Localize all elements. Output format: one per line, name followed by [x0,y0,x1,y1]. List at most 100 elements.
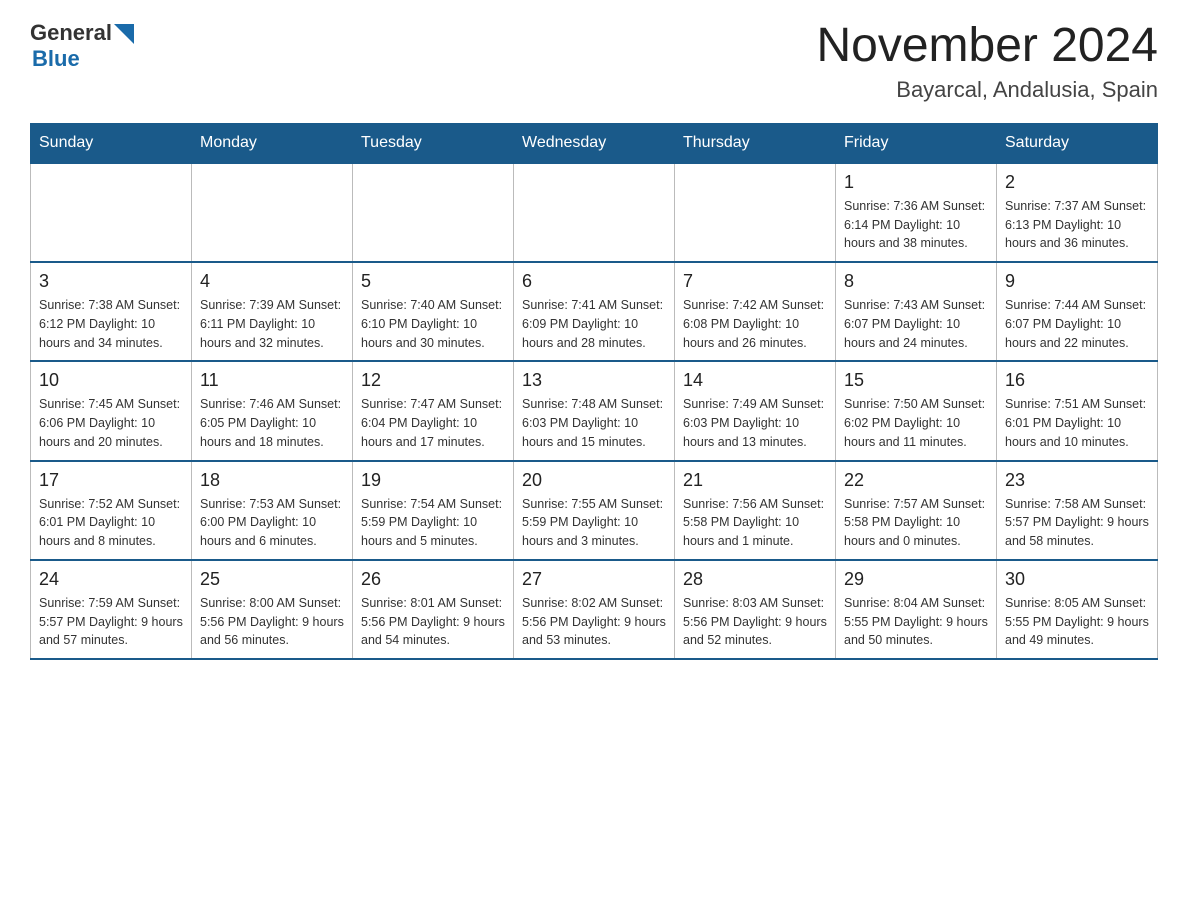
title-section: November 2024 Bayarcal, Andalusia, Spain [816,20,1158,103]
day-number: 6 [522,271,666,292]
calendar-cell: 7Sunrise: 7:42 AM Sunset: 6:08 PM Daylig… [675,262,836,361]
calendar-cell [514,163,675,262]
day-info: Sunrise: 8:03 AM Sunset: 5:56 PM Dayligh… [683,594,827,650]
calendar-header-thursday: Thursday [675,123,836,163]
day-info: Sunrise: 7:36 AM Sunset: 6:14 PM Dayligh… [844,197,988,253]
day-info: Sunrise: 7:49 AM Sunset: 6:03 PM Dayligh… [683,395,827,451]
day-info: Sunrise: 8:00 AM Sunset: 5:56 PM Dayligh… [200,594,344,650]
calendar-header-wednesday: Wednesday [514,123,675,163]
day-number: 26 [361,569,505,590]
day-info: Sunrise: 7:47 AM Sunset: 6:04 PM Dayligh… [361,395,505,451]
calendar-week-row: 10 Sunrise: 7:45 AM Sunset: 6:06 PM Dayli… [31,361,1158,460]
day-number: 25 [200,569,344,590]
calendar-cell: 4 Sunrise: 7:39 AM Sunset: 6:11 PM Daylig… [192,262,353,361]
calendar-header-sunday: Sunday [31,123,192,163]
day-number: 23 [1005,470,1149,491]
day-info: Sunrise: 7:58 AM Sunset: 5:57 PM Dayligh… [1005,495,1149,551]
day-number: 1 [844,172,988,193]
day-number: 12 [361,370,505,391]
day-number: 10 [39,370,183,391]
day-info: Sunrise: 7:57 AM Sunset: 5:58 PM Dayligh… [844,495,988,551]
calendar-cell: 19 Sunrise: 7:54 AM Sunset: 5:59 PM Dayli… [353,461,514,560]
day-number: 16 [1005,370,1149,391]
day-info: Sunrise: 7:51 AM Sunset: 6:01 PM Dayligh… [1005,395,1149,451]
day-info: Sunrise: 7:53 AM Sunset: 6:00 PM Dayligh… [200,495,344,551]
calendar-header-saturday: Saturday [997,123,1158,163]
day-number: 9 [1005,271,1149,292]
logo-general-text: General [30,20,112,46]
logo-triangle-icon [114,24,134,44]
calendar-cell: 17Sunrise: 7:52 AM Sunset: 6:01 PM Dayli… [31,461,192,560]
day-info: Sunrise: 7:56 AM Sunset: 5:58 PM Dayligh… [683,495,827,551]
day-number: 11 [200,370,344,391]
day-number: 4 [200,271,344,292]
calendar-cell [675,163,836,262]
calendar-week-row: 1 Sunrise: 7:36 AM Sunset: 6:14 PM Daylig… [31,163,1158,262]
day-number: 27 [522,569,666,590]
day-info: Sunrise: 7:43 AM Sunset: 6:07 PM Dayligh… [844,296,988,352]
calendar-cell: 16 Sunrise: 7:51 AM Sunset: 6:01 PM Dayli… [997,361,1158,460]
day-number: 21 [683,470,827,491]
day-number: 13 [522,370,666,391]
day-info: Sunrise: 8:01 AM Sunset: 5:56 PM Dayligh… [361,594,505,650]
calendar-cell: 12 Sunrise: 7:47 AM Sunset: 6:04 PM Dayli… [353,361,514,460]
day-number: 2 [1005,172,1149,193]
day-number: 18 [200,470,344,491]
calendar-cell: 2 Sunrise: 7:37 AM Sunset: 6:13 PM Daylig… [997,163,1158,262]
day-info: Sunrise: 7:54 AM Sunset: 5:59 PM Dayligh… [361,495,505,551]
calendar-cell: 18 Sunrise: 7:53 AM Sunset: 6:00 PM Dayli… [192,461,353,560]
calendar-cell: 8 Sunrise: 7:43 AM Sunset: 6:07 PM Daylig… [836,262,997,361]
calendar-cell: 20Sunrise: 7:55 AM Sunset: 5:59 PM Dayli… [514,461,675,560]
calendar-header-monday: Monday [192,123,353,163]
day-info: Sunrise: 7:55 AM Sunset: 5:59 PM Dayligh… [522,495,666,551]
day-info: Sunrise: 7:39 AM Sunset: 6:11 PM Dayligh… [200,296,344,352]
calendar-cell: 23 Sunrise: 7:58 AM Sunset: 5:57 PM Dayli… [997,461,1158,560]
calendar-cell [353,163,514,262]
calendar-cell: 9 Sunrise: 7:44 AM Sunset: 6:07 PM Daylig… [997,262,1158,361]
logo-blue-text: Blue [32,46,80,72]
page-title: November 2024 [816,20,1158,73]
day-info: Sunrise: 8:02 AM Sunset: 5:56 PM Dayligh… [522,594,666,650]
calendar-cell: 11Sunrise: 7:46 AM Sunset: 6:05 PM Dayli… [192,361,353,460]
calendar-cell: 22Sunrise: 7:57 AM Sunset: 5:58 PM Dayli… [836,461,997,560]
day-number: 29 [844,569,988,590]
logo: General Blue [30,20,134,72]
calendar-cell [192,163,353,262]
calendar-cell: 5Sunrise: 7:40 AM Sunset: 6:10 PM Daylig… [353,262,514,361]
day-info: Sunrise: 7:45 AM Sunset: 6:06 PM Dayligh… [39,395,183,451]
day-info: Sunrise: 7:38 AM Sunset: 6:12 PM Dayligh… [39,296,183,352]
calendar-cell: 15Sunrise: 7:50 AM Sunset: 6:02 PM Dayli… [836,361,997,460]
day-info: Sunrise: 7:41 AM Sunset: 6:09 PM Dayligh… [522,296,666,352]
day-info: Sunrise: 7:37 AM Sunset: 6:13 PM Dayligh… [1005,197,1149,253]
calendar-cell: 28 Sunrise: 8:03 AM Sunset: 5:56 PM Dayli… [675,560,836,659]
calendar-cell: 27 Sunrise: 8:02 AM Sunset: 5:56 PM Dayli… [514,560,675,659]
day-number: 30 [1005,569,1149,590]
calendar-week-row: 3 Sunrise: 7:38 AM Sunset: 6:12 PM Daylig… [31,262,1158,361]
page-subtitle: Bayarcal, Andalusia, Spain [816,77,1158,103]
day-info: Sunrise: 8:04 AM Sunset: 5:55 PM Dayligh… [844,594,988,650]
day-number: 19 [361,470,505,491]
day-number: 24 [39,569,183,590]
calendar-cell [31,163,192,262]
calendar-cell: 13 Sunrise: 7:48 AM Sunset: 6:03 PM Dayli… [514,361,675,460]
calendar-cell: 30Sunrise: 8:05 AM Sunset: 5:55 PM Dayli… [997,560,1158,659]
calendar-cell: 26 Sunrise: 8:01 AM Sunset: 5:56 PM Dayli… [353,560,514,659]
calendar-table: SundayMondayTuesdayWednesdayThursdayFrid… [30,123,1158,660]
calendar-week-row: 24Sunrise: 7:59 AM Sunset: 5:57 PM Dayli… [31,560,1158,659]
calendar-cell: 1 Sunrise: 7:36 AM Sunset: 6:14 PM Daylig… [836,163,997,262]
day-number: 3 [39,271,183,292]
calendar-header-tuesday: Tuesday [353,123,514,163]
calendar-cell: 3 Sunrise: 7:38 AM Sunset: 6:12 PM Daylig… [31,262,192,361]
day-number: 8 [844,271,988,292]
calendar-cell: 10 Sunrise: 7:45 AM Sunset: 6:06 PM Dayli… [31,361,192,460]
day-number: 28 [683,569,827,590]
day-number: 17 [39,470,183,491]
day-info: Sunrise: 7:40 AM Sunset: 6:10 PM Dayligh… [361,296,505,352]
day-info: Sunrise: 7:48 AM Sunset: 6:03 PM Dayligh… [522,395,666,451]
calendar-cell: 29 Sunrise: 8:04 AM Sunset: 5:55 PM Dayli… [836,560,997,659]
day-number: 15 [844,370,988,391]
calendar-cell: 24Sunrise: 7:59 AM Sunset: 5:57 PM Dayli… [31,560,192,659]
calendar-cell: 14Sunrise: 7:49 AM Sunset: 6:03 PM Dayli… [675,361,836,460]
day-info: Sunrise: 7:44 AM Sunset: 6:07 PM Dayligh… [1005,296,1149,352]
calendar-week-row: 17Sunrise: 7:52 AM Sunset: 6:01 PM Dayli… [31,461,1158,560]
